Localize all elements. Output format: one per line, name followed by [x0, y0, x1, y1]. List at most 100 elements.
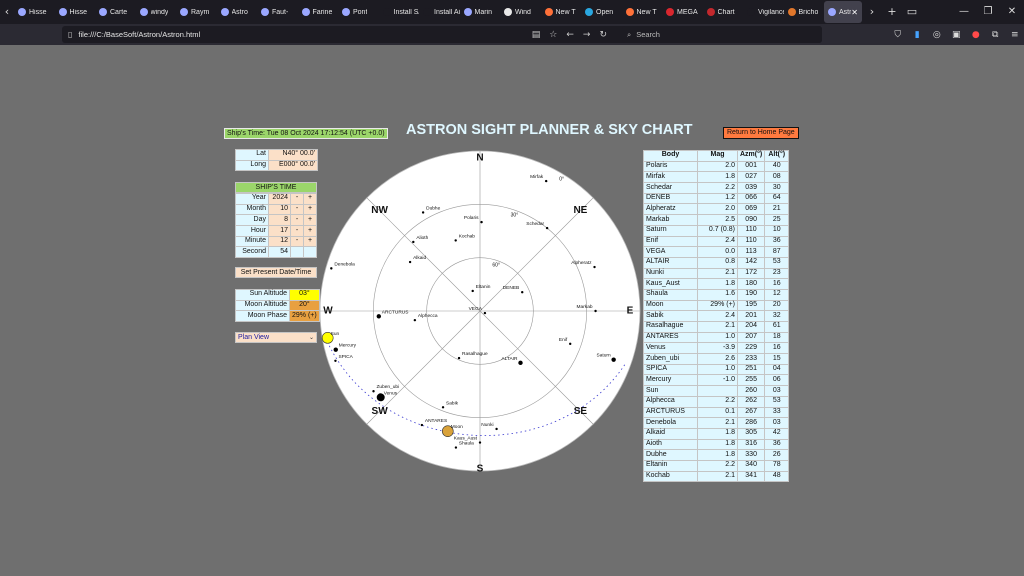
table-cell: 20: [764, 299, 790, 312]
time-value[interactable]: 12: [268, 235, 291, 248]
lat-field[interactable]: N40° 00.0': [268, 149, 318, 161]
marker-dubhe: [421, 211, 425, 214]
table-cell: 2.1: [697, 417, 738, 429]
long-field[interactable]: E000° 00.0': [268, 159, 318, 172]
tab-overview-icon[interactable]: ▭: [902, 0, 922, 24]
tab-bricho[interactable]: Bricho: [784, 1, 825, 23]
marker-sabik: [441, 406, 445, 409]
time-value[interactable]: 17: [268, 225, 291, 237]
set-present-time-button[interactable]: Set Present Date/Time: [235, 267, 317, 278]
decrement-button[interactable]: -: [290, 203, 304, 216]
tab-open[interactable]: Open: [581, 1, 622, 23]
back-icon[interactable]: ←: [566, 30, 574, 40]
tab-faut-[interactable]: Faut-: [257, 1, 298, 23]
tab-list-icon[interactable]: ‹: [0, 0, 14, 24]
decrement-button[interactable]: -: [290, 193, 304, 205]
table-row: SPICA 1.0 251 04: [643, 363, 790, 376]
table-cell: 066: [736, 192, 766, 205]
empty-cell: [303, 246, 317, 259]
label-deneb: DENEB: [503, 285, 520, 291]
table-cell: 10: [764, 224, 790, 237]
tab-marin[interactable]: Marin: [460, 1, 501, 23]
tab-wind[interactable]: Wind: [500, 1, 541, 23]
decrement-button[interactable]: -: [290, 225, 304, 237]
marker-denebola: [330, 267, 333, 270]
mega-extension-icon[interactable]: ●: [966, 30, 986, 40]
increment-button[interactable]: +: [303, 214, 317, 227]
tab-label: Hisse: [29, 8, 47, 16]
tab-new-t[interactable]: New T: [541, 1, 582, 23]
tab-chart[interactable]: Chart: [703, 1, 744, 23]
tab-astro[interactable]: Astro: [217, 1, 258, 23]
column-header: Mag: [697, 150, 738, 162]
minimize-icon[interactable]: —: [952, 0, 976, 24]
table-cell: Moon: [643, 299, 698, 312]
tab-carte[interactable]: Carte: [95, 1, 136, 23]
tab-new-t[interactable]: New T: [622, 1, 663, 23]
tab-favicon-icon: [382, 8, 391, 16]
tab-astron[interactable]: Astron✕: [824, 1, 862, 23]
time-value[interactable]: 2024: [268, 193, 291, 205]
search-box[interactable]: ⌕ Search: [622, 26, 822, 43]
table-row: Alkaid 1.8 305 42: [643, 427, 790, 440]
table-cell: 12: [764, 288, 790, 301]
table-cell: 0.0: [697, 246, 738, 258]
table-row: Eltanin 2.2 340 78: [643, 459, 790, 472]
tab-install-sas[interactable]: Install SAS: [379, 1, 419, 23]
marker-vega: [483, 311, 487, 315]
pocket-icon[interactable]: ⛉: [888, 30, 908, 40]
view-select[interactable]: Plan View ⌄: [235, 332, 317, 343]
close-tab-icon[interactable]: ✕: [851, 8, 858, 17]
close-window-icon[interactable]: ✕: [1000, 0, 1024, 24]
increment-button[interactable]: +: [303, 225, 317, 237]
marker-alioth: [412, 240, 415, 244]
table-row: Kochab 2.1 341 48: [643, 470, 790, 483]
table-cell: 04: [764, 363, 790, 376]
decrement-button[interactable]: -: [290, 214, 304, 227]
altitude-ring-label: 60°: [492, 263, 500, 269]
reader-view-icon[interactable]: ▤: [532, 30, 541, 40]
url-text[interactable]: file:///C:/BaseSoft/Astron/Astron.html: [78, 30, 200, 39]
scroll-tabs-right-icon[interactable]: ›: [862, 0, 882, 24]
tab-hisse[interactable]: Hisse: [14, 1, 55, 23]
table-cell: Alpheratz: [643, 203, 698, 216]
table-cell: Mirfak: [643, 171, 698, 184]
table-cell: 1.8: [697, 438, 738, 451]
increment-button[interactable]: +: [303, 235, 317, 248]
tab-label: Wind: [515, 8, 531, 16]
bookmark-star-icon[interactable]: ☆: [549, 30, 557, 40]
table-cell: Alkaid: [643, 427, 698, 440]
extension-icon[interactable]: ▮: [908, 30, 928, 40]
restore-icon[interactable]: ❐: [976, 0, 1000, 24]
tab-pont[interactable]: Pont: [338, 1, 379, 23]
table-cell: 172: [736, 267, 766, 280]
return-home-button[interactable]: Return to Home Page: [723, 127, 799, 139]
tab-hisse[interactable]: Hisse: [55, 1, 96, 23]
table-cell: 204: [736, 321, 766, 333]
vpn-icon[interactable]: ◎: [927, 30, 947, 40]
table-cell: 2.1: [697, 267, 738, 280]
time-value[interactable]: 10: [268, 203, 291, 216]
table-cell: 2.0: [697, 203, 738, 216]
time-value[interactable]: 8: [268, 214, 291, 227]
increment-button[interactable]: +: [303, 203, 317, 216]
table-row: Shaula 1.6 190 12: [643, 288, 790, 301]
marker-shaula: [454, 446, 458, 449]
table-cell: 142: [736, 256, 766, 269]
screenshot-icon[interactable]: ▣: [947, 30, 967, 40]
tab-mega[interactable]: MEGA: [662, 1, 703, 23]
menu-icon[interactable]: ≡: [1005, 30, 1024, 40]
tab-farine[interactable]: Farine: [298, 1, 339, 23]
moon-altitude-value: 20°: [289, 299, 320, 312]
tab-windy[interactable]: windy: [136, 1, 177, 23]
table-cell: Dubhe: [643, 449, 698, 461]
forward-icon[interactable]: →: [583, 30, 591, 40]
increment-button[interactable]: +: [303, 193, 317, 205]
decrement-button[interactable]: -: [290, 235, 304, 248]
tab-vigilance[interactable]: Vigilance: [743, 1, 784, 23]
reload-icon[interactable]: ↻: [599, 30, 607, 40]
new-tab-icon[interactable]: +: [882, 0, 902, 24]
tab-install-airl[interactable]: Install Airl: [419, 1, 460, 23]
extensions-puzzle-icon[interactable]: ⧉: [986, 30, 1006, 40]
tab-raym[interactable]: Raym: [176, 1, 217, 23]
